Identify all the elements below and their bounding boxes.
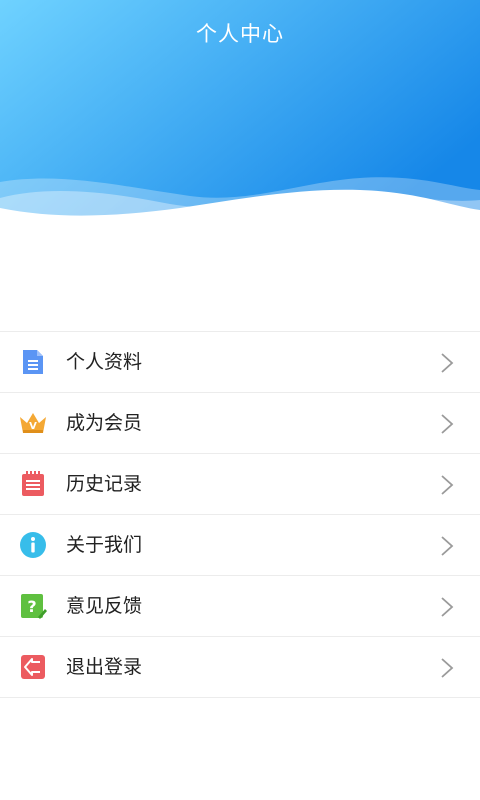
menu-list: 个人资料 V 成为会员 历史记录 关于我们 ? 意见反馈 退出登录 [0, 331, 480, 698]
menu-item-label: 历史记录 [66, 473, 143, 495]
svg-text:?: ? [27, 597, 36, 616]
menu-item-feedback[interactable]: ? 意见反馈 [0, 576, 480, 637]
menu-item-label: 成为会员 [66, 412, 143, 434]
menu-item-history[interactable]: 历史记录 [0, 454, 480, 515]
page-title: 个人中心 [196, 22, 284, 46]
chevron-right-icon [440, 535, 454, 557]
menu-item-logout[interactable]: 退出登录 [0, 637, 480, 698]
menu-item-label: 关于我们 [66, 534, 143, 556]
profile-page: 个人中心 个人资料 V 成为会员 历史记录 关于我们 ? 意见反馈 退出登录 [0, 0, 480, 800]
chevron-right-icon [440, 596, 454, 618]
menu-item-label: 个人资料 [66, 351, 143, 373]
logout-icon [18, 652, 48, 682]
document-icon [18, 347, 48, 377]
chevron-right-icon [440, 413, 454, 435]
crown-icon: V [18, 408, 48, 438]
header-banner: 个人中心 [0, 0, 480, 230]
menu-item-label: 意见反馈 [66, 595, 143, 617]
menu-item-about[interactable]: 关于我们 [0, 515, 480, 576]
notepad-icon [18, 469, 48, 499]
feedback-icon: ? [18, 591, 48, 621]
menu-item-profile[interactable]: 个人资料 [0, 332, 480, 393]
chevron-right-icon [440, 474, 454, 496]
svg-text:V: V [29, 421, 37, 432]
menu-item-label: 退出登录 [66, 656, 143, 678]
menu-item-membership[interactable]: V 成为会员 [0, 393, 480, 454]
info-icon [18, 530, 48, 560]
chevron-right-icon [440, 657, 454, 679]
chevron-right-icon [440, 352, 454, 374]
